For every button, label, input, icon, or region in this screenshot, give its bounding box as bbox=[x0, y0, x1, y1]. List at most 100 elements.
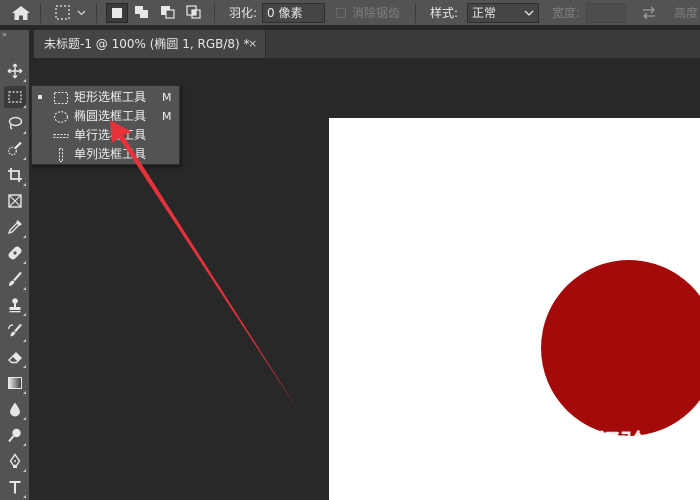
add-to-selection-button[interactable] bbox=[132, 3, 154, 23]
antialias-checkbox[interactable] bbox=[336, 8, 346, 18]
tool-group-indicator bbox=[23, 157, 26, 160]
single-row-marquee-icon bbox=[53, 134, 69, 138]
menu-item-label: 单列选框工具 bbox=[74, 147, 147, 161]
crop-icon bbox=[8, 168, 22, 182]
width-input[interactable] bbox=[586, 3, 626, 23]
width-label: 宽度: bbox=[552, 6, 581, 20]
quick-select-icon bbox=[8, 141, 22, 156]
move-icon bbox=[7, 63, 23, 79]
rect-marquee-tool[interactable] bbox=[4, 86, 26, 108]
subtract-selection-icon bbox=[161, 6, 175, 19]
move-tool[interactable] bbox=[4, 60, 26, 82]
tool-group-indicator bbox=[23, 391, 26, 394]
tool-group-indicator bbox=[23, 183, 26, 186]
rect-marquee-icon bbox=[53, 91, 69, 105]
watermark-url: jingyan.baidu.com bbox=[538, 470, 649, 484]
menu-item-label: 单行选框工具 bbox=[74, 128, 147, 142]
rect-marquee-icon bbox=[8, 91, 22, 103]
swap-width-height-icon[interactable] bbox=[640, 5, 658, 21]
new-selection-icon bbox=[112, 8, 122, 18]
history-brush-tool[interactable] bbox=[4, 320, 26, 342]
feather-label: 羽化: bbox=[229, 6, 258, 20]
chevron-down-icon bbox=[524, 10, 534, 16]
frame-tool[interactable] bbox=[4, 190, 26, 212]
document-tab-title: 未标题-1 @ 100% (椭圆 1, RGB/8) * bbox=[44, 37, 250, 51]
gradient-icon bbox=[8, 377, 22, 389]
type-tool[interactable] bbox=[4, 476, 26, 498]
menu-item-label: 矩形选框工具 bbox=[74, 90, 147, 104]
lasso-tool[interactable] bbox=[4, 112, 26, 134]
tool-group-indicator bbox=[23, 105, 26, 108]
menu-item-single-column-marquee[interactable]: 单列选框工具 bbox=[32, 145, 179, 164]
crop-tool[interactable] bbox=[4, 164, 26, 186]
tool-preset-picker[interactable] bbox=[54, 4, 90, 22]
style-select-value: 正常 bbox=[472, 6, 497, 20]
collapse-panel-icon[interactable]: » bbox=[2, 30, 7, 40]
close-tab-icon[interactable]: × bbox=[248, 30, 257, 58]
tool-group-indicator bbox=[23, 365, 26, 368]
add-selection-icon bbox=[135, 6, 148, 18]
tool-group-indicator bbox=[23, 79, 26, 82]
document-tab[interactable]: 未标题-1 @ 100% (椭圆 1, RGB/8) * × bbox=[34, 30, 266, 58]
watermark-logo: Bai 经验 bbox=[544, 430, 646, 460]
tool-group-indicator bbox=[23, 287, 26, 290]
tool-group-indicator bbox=[23, 495, 26, 498]
tool-group-indicator bbox=[23, 443, 26, 446]
menu-item-label: 椭圆选框工具 bbox=[74, 109, 147, 123]
selected-tool-indicator bbox=[38, 95, 42, 99]
menu-item-ellipse-marquee[interactable]: 椭圆选框工具 M bbox=[32, 107, 179, 126]
height-label: 高度 bbox=[674, 6, 699, 20]
intersect-selection-icon bbox=[186, 5, 201, 19]
menu-item-shortcut: M bbox=[162, 110, 172, 123]
tool-group-indicator bbox=[23, 235, 26, 238]
frame-icon bbox=[8, 194, 22, 208]
healing-brush-icon bbox=[8, 246, 22, 260]
tool-group-indicator bbox=[23, 469, 26, 472]
lasso-icon bbox=[8, 116, 23, 130]
clone-stamp-tool[interactable] bbox=[4, 294, 26, 316]
options-bar: 羽化: 0 像素 消除锯齿 样式: 正常 宽度: 高度 bbox=[0, 0, 700, 26]
tool-group-indicator bbox=[23, 417, 26, 420]
ellipse-marquee-icon bbox=[53, 111, 69, 123]
toolbar-divider bbox=[415, 3, 416, 23]
style-label: 样式: bbox=[430, 6, 459, 20]
eyedropper-tool[interactable] bbox=[4, 216, 26, 238]
pen-tool[interactable] bbox=[4, 450, 26, 472]
menu-item-rect-marquee[interactable]: 矩形选框工具 M bbox=[32, 88, 179, 107]
single-column-marquee-icon bbox=[59, 148, 63, 162]
baidu-jingyan-watermark: Bai 经验 jingyan.baidu.com bbox=[536, 424, 696, 494]
toolbar-divider bbox=[40, 3, 41, 23]
menu-item-shortcut: M bbox=[162, 91, 172, 104]
marquee-tool-flyout: 矩形选框工具 M 椭圆选框工具 M 单行选框工具 单列选框工具 bbox=[31, 85, 180, 165]
document-tab-bar: 未标题-1 @ 100% (椭圆 1, RGB/8) * × bbox=[34, 30, 700, 58]
subtract-from-selection-button[interactable] bbox=[158, 3, 180, 23]
dodge-tool[interactable] bbox=[4, 424, 26, 446]
brush-tool[interactable] bbox=[4, 268, 26, 290]
new-selection-button[interactable] bbox=[106, 3, 128, 23]
toolbar-divider bbox=[96, 3, 97, 23]
eraser-tool[interactable] bbox=[4, 346, 26, 368]
type-icon bbox=[9, 481, 21, 494]
toolbar-divider bbox=[214, 3, 215, 23]
feather-input[interactable]: 0 像素 bbox=[262, 3, 325, 23]
brush-icon bbox=[9, 271, 22, 286]
pen-icon bbox=[9, 453, 21, 468]
eraser-icon bbox=[8, 352, 22, 364]
clone-stamp-icon bbox=[9, 298, 21, 313]
intersect-selection-button[interactable] bbox=[184, 3, 206, 23]
eyedropper-icon bbox=[7, 220, 22, 235]
tool-group-indicator bbox=[23, 261, 26, 264]
tool-group-indicator bbox=[23, 313, 26, 316]
gradient-tool[interactable] bbox=[4, 372, 26, 394]
menu-item-single-row-marquee[interactable]: 单行选框工具 bbox=[32, 126, 179, 145]
tool-group-indicator bbox=[23, 339, 26, 342]
antialias-label: 消除锯齿 bbox=[352, 6, 401, 20]
blur-icon bbox=[10, 402, 20, 417]
healing-brush-tool[interactable] bbox=[4, 242, 26, 264]
tool-group-indicator bbox=[23, 131, 26, 134]
blur-tool[interactable] bbox=[4, 398, 26, 420]
quick-select-tool[interactable] bbox=[4, 138, 26, 160]
style-select[interactable]: 正常 bbox=[467, 3, 539, 23]
home-icon[interactable] bbox=[10, 4, 32, 22]
red-ellipse-shape[interactable] bbox=[541, 260, 700, 436]
